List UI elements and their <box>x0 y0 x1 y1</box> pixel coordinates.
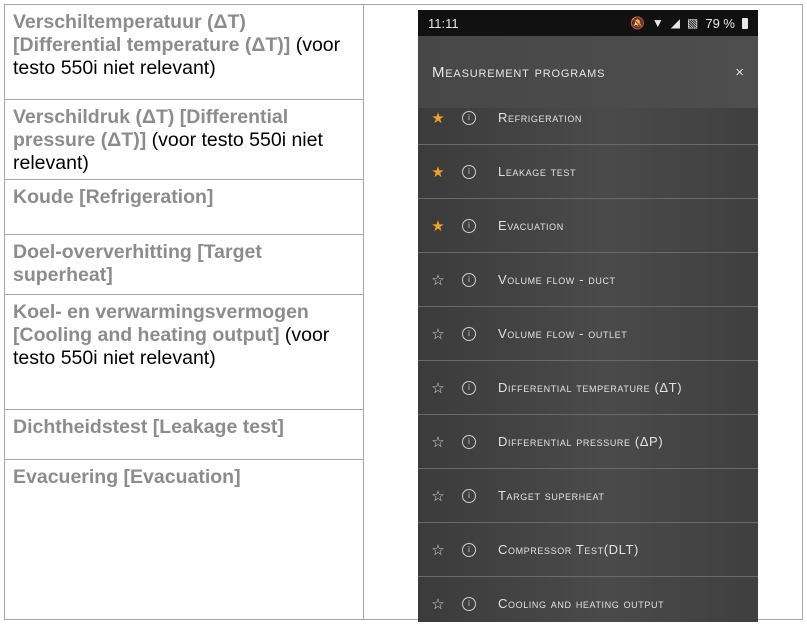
list-item-evacuation[interactable]: ★ i Evacuation <box>418 199 758 253</box>
info-icon[interactable]: i <box>462 488 476 503</box>
battery-percent: 79 % <box>705 15 735 31</box>
page-title: Measurement programs <box>432 63 606 81</box>
star-outline-icon[interactable]: ☆ <box>425 541 451 559</box>
table-row: Verschildruk (ΔT) [Differential pressure… <box>5 100 363 180</box>
phone-screenshot: 11:11 🔕 ▼ ◢ ▧ 79 % Measurement programs … <box>418 10 758 622</box>
row-title: Verschiltemperatuur (ΔT) [Differential t… <box>13 11 291 56</box>
star-outline-icon[interactable]: ☆ <box>425 487 451 505</box>
info-icon[interactable]: i <box>462 218 476 233</box>
list-item-refrigeration[interactable]: ★ i Refrigeration <box>418 91 758 145</box>
info-icon[interactable]: i <box>462 542 476 557</box>
info-icon[interactable]: i <box>462 326 476 341</box>
status-bar: 11:11 🔕 ▼ ◢ ▧ 79 % <box>418 10 758 36</box>
list-item-compressor-test[interactable]: ☆ i Compressor Test(DLT) <box>418 523 758 577</box>
star-filled-icon[interactable]: ★ <box>425 217 451 235</box>
row-title: Koude [Refrigeration] <box>13 186 214 208</box>
star-filled-icon[interactable]: ★ <box>425 163 451 181</box>
table-row: Verschiltemperatuur (ΔT) [Differential t… <box>5 5 363 100</box>
battery-icon <box>742 17 748 29</box>
list-item-differential-pressure[interactable]: ☆ i Differential pressure (ΔP) <box>418 415 758 469</box>
star-outline-icon[interactable]: ☆ <box>425 325 451 343</box>
table-row: Koude [Refrigeration] <box>5 180 363 235</box>
info-icon[interactable]: i <box>462 272 476 287</box>
list-item-volume-flow-duct[interactable]: ☆ i Volume flow - duct <box>418 253 758 307</box>
star-outline-icon[interactable]: ☆ <box>425 433 451 451</box>
status-time: 11:11 <box>428 15 459 31</box>
description-column: Verschiltemperatuur (ΔT) [Differential t… <box>5 5 364 619</box>
info-icon[interactable]: i <box>462 380 476 395</box>
list-item-label: Differential temperature (ΔT) <box>498 380 683 395</box>
table-row: Koel- en verwarmingsvermogen [Cooling an… <box>5 295 363 410</box>
info-icon[interactable]: i <box>462 434 476 449</box>
table-row: Doel-oververhitting [Target superheat] <box>5 235 363 295</box>
list-item-label: Differential pressure (ΔP) <box>498 434 664 449</box>
list-item-label: Leakage test <box>498 164 577 179</box>
wifi-icon: ▼ <box>651 16 664 30</box>
star-outline-icon[interactable]: ☆ <box>425 595 451 613</box>
list-item-cooling-heating-output[interactable]: ☆ i Cooling and heating output <box>418 577 758 622</box>
list-item-label: Compressor Test(DLT) <box>498 542 639 557</box>
list-item-leakage-test[interactable]: ★ i Leakage test <box>418 145 758 199</box>
program-list: ★ i Refrigeration ★ i Leakage test ★ i E… <box>418 91 758 622</box>
no-sim-icon: ▧ <box>687 16 699 30</box>
info-icon[interactable]: i <box>462 164 476 179</box>
row-title: Evacuering [Evacuation] <box>13 466 241 488</box>
star-filled-icon[interactable]: ★ <box>425 109 451 127</box>
list-item-target-superheat[interactable]: ☆ i Target superheat <box>418 469 758 523</box>
star-outline-icon[interactable]: ☆ <box>425 271 451 289</box>
list-item-volume-flow-outlet[interactable]: ☆ i Volume flow - outlet <box>418 307 758 361</box>
row-title: Doel-oververhitting [Target superheat] <box>13 241 262 286</box>
row-title: Koel- en verwarmingsvermogen [Cooling an… <box>13 301 309 346</box>
list-item-differential-temperature[interactable]: ☆ i Differential temperature (ΔT) <box>418 361 758 415</box>
list-item-label: Refrigeration <box>498 110 583 125</box>
info-icon[interactable]: i <box>462 110 476 125</box>
mute-bell-icon: 🔕 <box>629 16 645 30</box>
info-icon[interactable]: i <box>462 596 476 611</box>
status-icons: 🔕 ▼ ◢ ▧ 79 % <box>630 16 748 31</box>
table-row: Evacuering [Evacuation] <box>5 460 363 620</box>
row-title: Dichtheidstest [Leakage test] <box>13 416 284 438</box>
list-item-label: Volume flow - outlet <box>498 326 628 341</box>
list-item-label: Evacuation <box>498 218 564 233</box>
star-outline-icon[interactable]: ☆ <box>425 379 451 397</box>
table-row: Dichtheidstest [Leakage test] <box>5 410 363 460</box>
list-item-label: Target superheat <box>498 488 605 503</box>
list-item-label: Volume flow - duct <box>498 272 616 287</box>
close-icon[interactable]: × <box>735 64 744 81</box>
list-item-label: Cooling and heating output <box>498 596 665 611</box>
signal-icon: ◢ <box>670 16 681 30</box>
